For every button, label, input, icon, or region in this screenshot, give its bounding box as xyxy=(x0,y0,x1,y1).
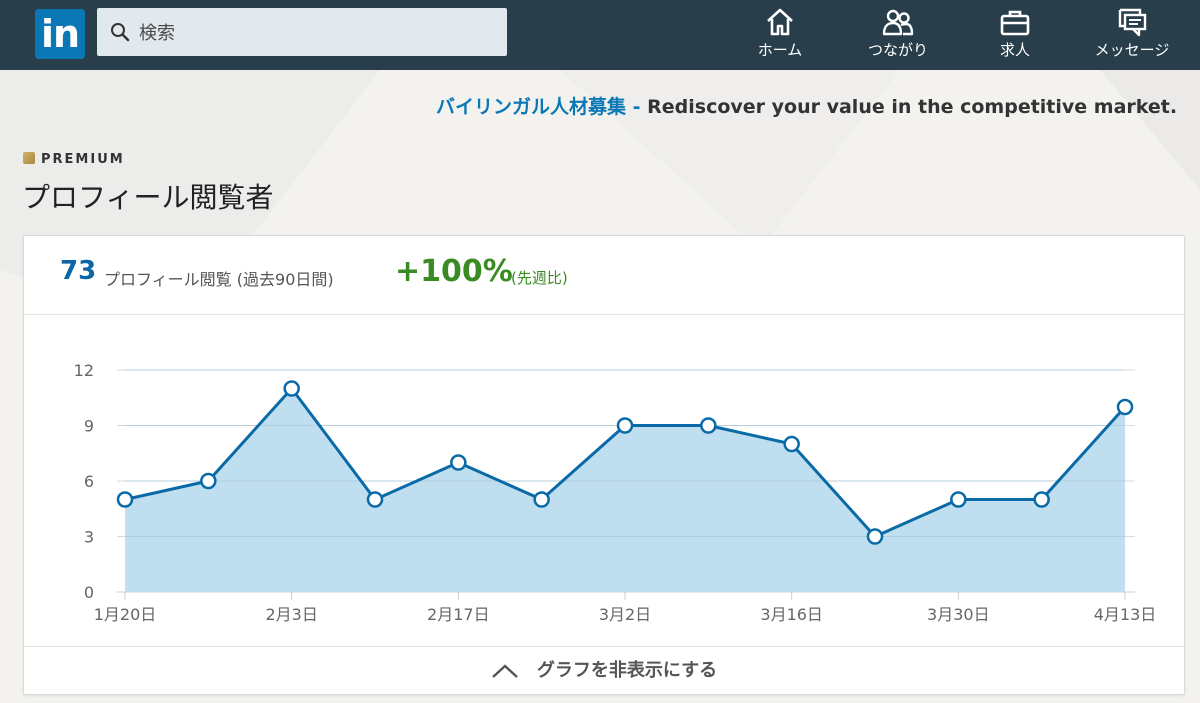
linkedin-logo[interactable]: in xyxy=(35,9,85,59)
data-point xyxy=(533,491,550,508)
messages-icon xyxy=(1118,8,1147,37)
nav-item-home[interactable]: ホーム xyxy=(746,0,814,70)
y-tick-label: 6 xyxy=(84,472,94,491)
data-point xyxy=(700,417,717,434)
nav-item-messaging[interactable]: メッセージ xyxy=(1086,0,1178,70)
data-point xyxy=(283,380,300,397)
nav-label-home: ホーム xyxy=(757,41,803,59)
data-point xyxy=(950,491,967,508)
nav-item-network[interactable]: つながり xyxy=(858,0,938,70)
data-point xyxy=(200,472,217,490)
data-point xyxy=(116,491,134,508)
data-point xyxy=(366,491,384,508)
hide-graph-label: グラフを非表示にする xyxy=(536,660,718,681)
briefcase-icon xyxy=(1000,10,1030,36)
y-tick-label: 3 xyxy=(84,528,94,547)
chevron-up-icon xyxy=(492,663,518,678)
views-label: プロフィール閲覧 (過去90日間) xyxy=(104,270,334,289)
search-box[interactable] xyxy=(97,8,507,58)
x-tick-label: 3月30日 xyxy=(927,605,990,624)
premium-label: PREMIUM xyxy=(23,152,125,170)
data-point xyxy=(450,454,467,471)
growth-label: (先週比) xyxy=(511,269,568,287)
search-icon xyxy=(111,23,130,42)
data-point xyxy=(783,435,800,453)
promo-text[interactable]: Rediscover your value in the competitive… xyxy=(647,96,1177,118)
views-count: 73 xyxy=(60,256,97,286)
home-icon xyxy=(767,8,793,36)
y-tick-label: 9 xyxy=(84,417,94,436)
x-tick-label: 2月17日 xyxy=(427,605,490,624)
hide-graph-toggle[interactable]: グラフを非表示にする xyxy=(24,646,1184,694)
nav-label-jobs: 求人 xyxy=(999,41,1030,59)
page-title: プロフィール閲覧者 xyxy=(22,181,274,214)
people-icon xyxy=(882,9,914,36)
stats-row: 73 プロフィール閲覧 (過去90日間) +100% (先週比) xyxy=(24,236,1184,315)
x-tick-label: 4月13日 xyxy=(1094,605,1157,624)
x-tick-label: 3月2日 xyxy=(599,605,651,624)
search-input[interactable] xyxy=(137,8,501,58)
nav-label-network: つながり xyxy=(867,41,928,59)
x-tick-label: 1月20日 xyxy=(94,605,157,624)
profile-views-card: 73 プロフィール閲覧 (過去90日間) +100% (先週比) 0 3 6 9 12 1… xyxy=(23,235,1185,695)
growth-value: +100% xyxy=(395,254,513,289)
promo-link[interactable]: バイリンガル人材募集 - xyxy=(436,96,641,118)
y-tick-label: 12 xyxy=(74,361,94,380)
y-tick-label: 0 xyxy=(84,583,94,602)
premium-badge-icon xyxy=(23,152,35,164)
premium-text: PREMIUM xyxy=(41,152,125,167)
profile-views-chart: 0 3 6 9 12 1月20日 2月3日 2月17日 3月2日 3月16日 3月30日 4月13日 xyxy=(74,361,1157,624)
nav-label-messaging: メッセージ xyxy=(1094,41,1170,59)
x-tick-label: 3月16日 xyxy=(760,605,823,624)
nav-item-jobs[interactable]: 求人 xyxy=(985,0,1045,70)
data-point xyxy=(1116,398,1134,416)
x-tick-label: 2月3日 xyxy=(265,605,317,624)
data-point xyxy=(1033,491,1050,508)
data-point xyxy=(616,417,634,434)
top-navigation-bar: in ホーム つながり 求人 xyxy=(0,0,1200,70)
data-point xyxy=(866,528,884,545)
promo-banner[interactable]: バイリンガル人材募集 - Rediscover your value in th… xyxy=(436,92,1200,118)
